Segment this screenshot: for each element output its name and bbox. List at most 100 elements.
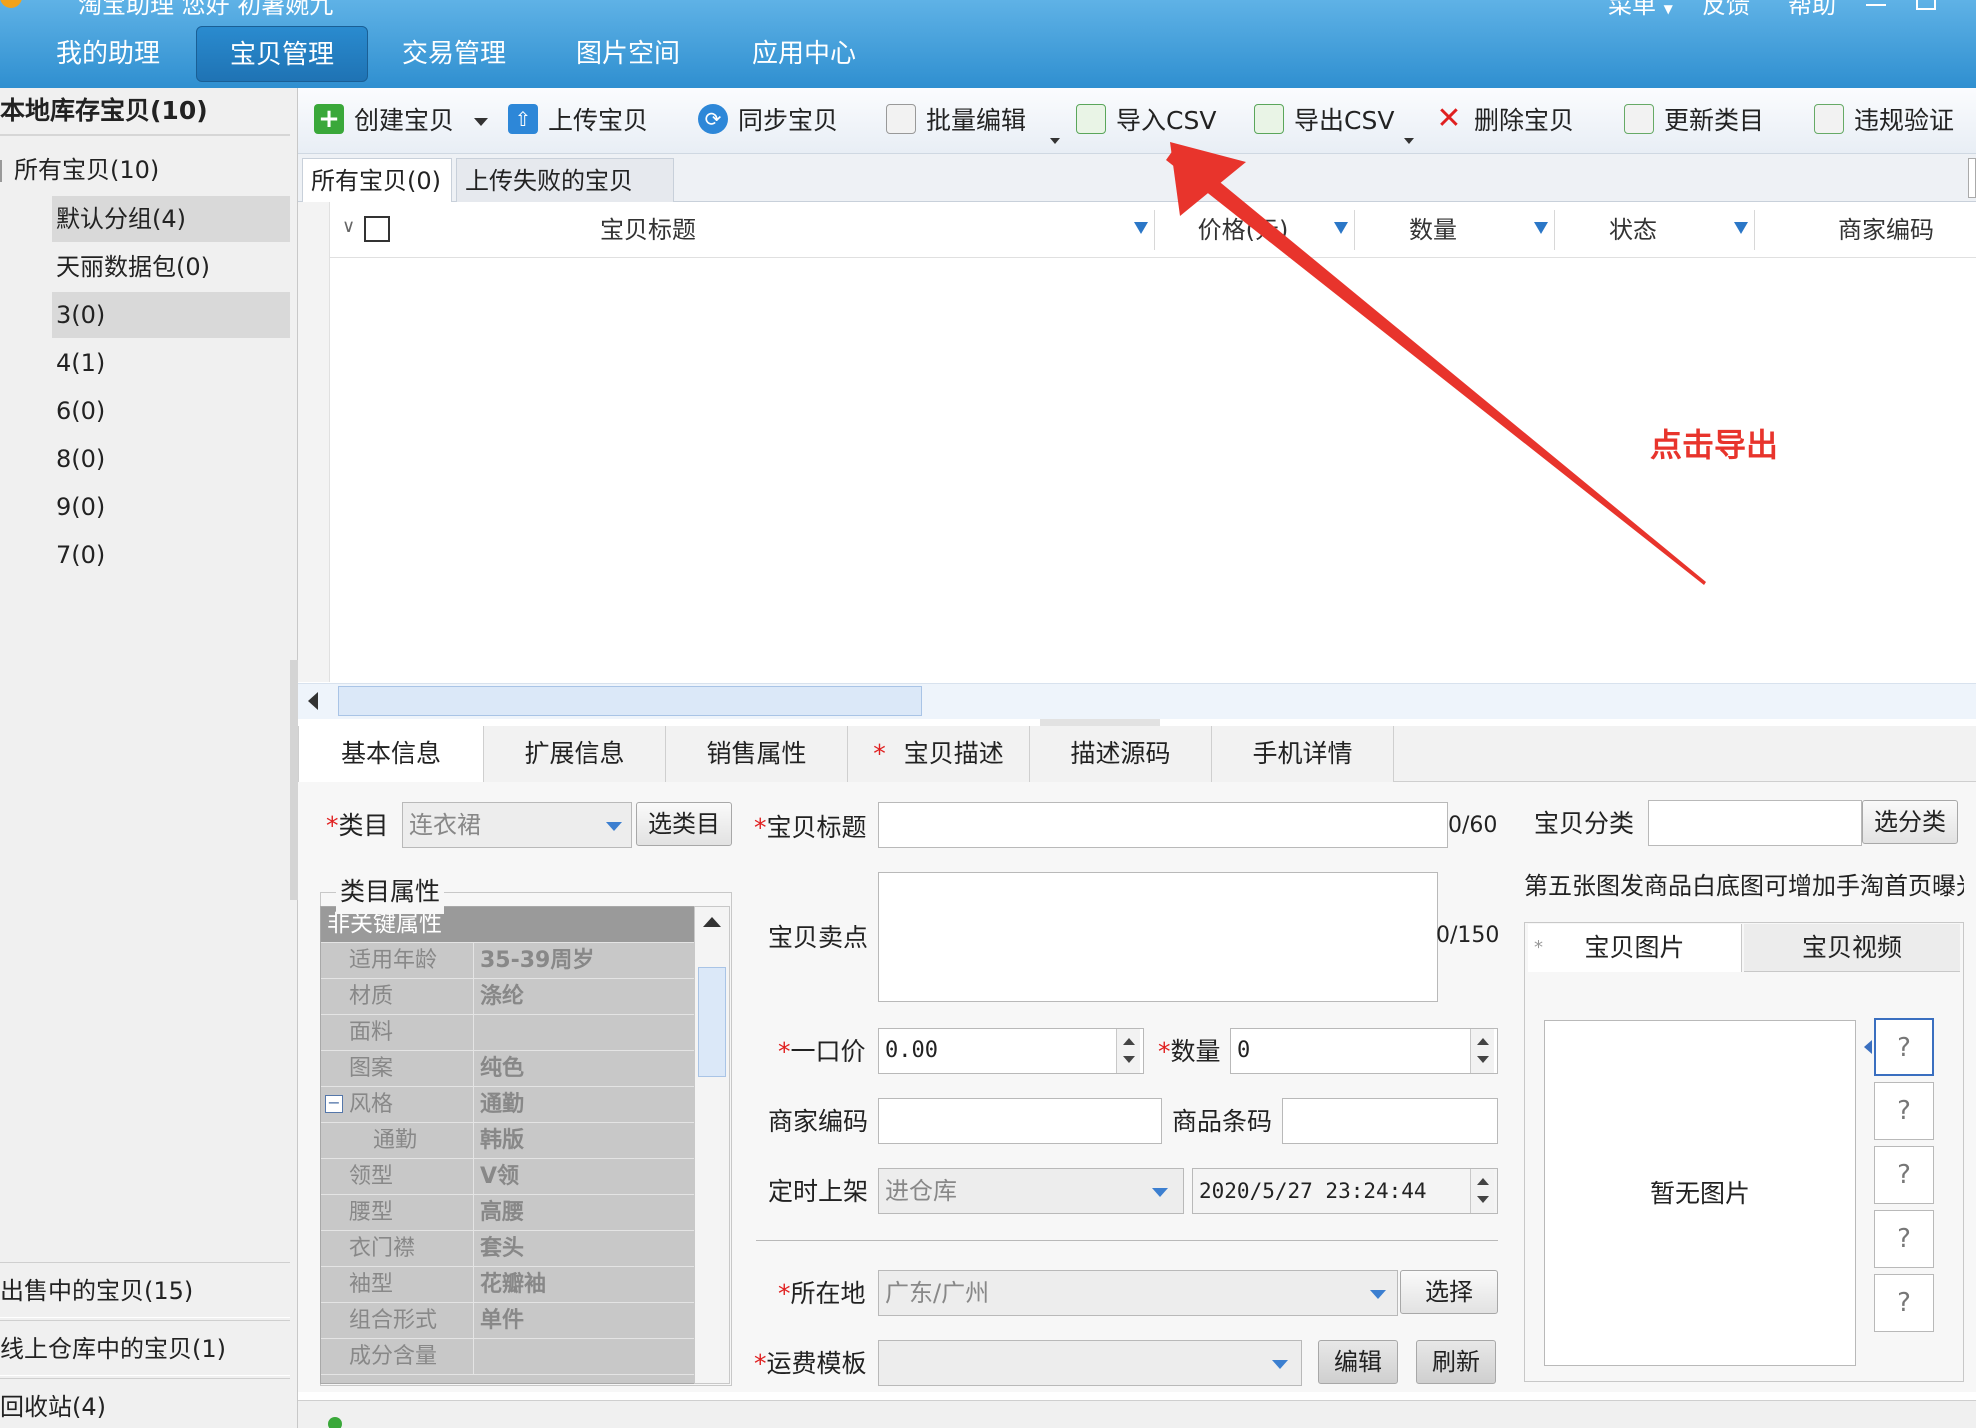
- filter-icon[interactable]: [1734, 222, 1748, 234]
- image-slot[interactable]: ?: [1874, 1018, 1934, 1076]
- help-link[interactable]: 帮助: [1788, 0, 1836, 16]
- freight-combo[interactable]: [878, 1340, 1302, 1386]
- local-inventory-header[interactable]: 本地库存宝贝(10): [0, 88, 290, 136]
- table-row[interactable]: 适用年龄 35-39周岁: [321, 943, 695, 979]
- scroll-left-icon[interactable]: [308, 692, 318, 710]
- batch-edit-button[interactable]: 批量编辑: [886, 88, 1026, 154]
- datetime-stepper[interactable]: [1470, 1169, 1494, 1213]
- tab-basic-info[interactable]: 基本信息: [298, 726, 484, 782]
- sidebar-group-item[interactable]: 8(0): [52, 436, 290, 482]
- table-row[interactable]: 袖型 花瓣袖: [321, 1267, 695, 1303]
- app-logo-icon: [0, 0, 22, 8]
- table-row[interactable]: 成分含量: [321, 1339, 695, 1375]
- vertical-scroll-thumb[interactable]: [698, 967, 726, 1077]
- image-slot[interactable]: ?: [1874, 1210, 1934, 1268]
- merchant-code-label: 商家编码: [768, 1107, 869, 1136]
- selling-point-textarea[interactable]: [878, 872, 1438, 1002]
- image-slot[interactable]: ?: [1874, 1082, 1934, 1140]
- column-merchant-code[interactable]: 商家编码: [1838, 202, 1976, 258]
- main-image-preview[interactable]: 暂无图片: [1544, 1020, 1856, 1366]
- batch-edit-dropdown-icon[interactable]: [1050, 138, 1060, 144]
- chevron-down-icon[interactable]: [1152, 1188, 1168, 1197]
- sidebar-splitter[interactable]: [290, 660, 298, 900]
- collapse-icon[interactable]: −: [325, 1095, 343, 1113]
- sidebar-section-recycle-bin[interactable]: 回收站(4): [0, 1378, 290, 1428]
- item-grid[interactable]: [298, 258, 1976, 683]
- tab-description-source[interactable]: 描述源码: [1030, 726, 1212, 782]
- maximize-icon[interactable]: [1916, 0, 1936, 10]
- attribute-scrollbar[interactable]: [694, 906, 730, 1384]
- table-row[interactable]: 衣门襟 套头: [321, 1231, 695, 1267]
- barcode-input[interactable]: [1282, 1098, 1498, 1144]
- tab-upload-failed[interactable]: 上传失败的宝贝(0): [456, 158, 674, 239]
- scroll-up-icon[interactable]: [703, 917, 721, 927]
- panel-splitter[interactable]: [1040, 719, 1160, 726]
- nav-tab-image-space[interactable]: 图片空间: [560, 26, 696, 82]
- column-title[interactable]: 宝贝标题: [398, 202, 898, 258]
- horizontal-scroll-thumb[interactable]: [338, 686, 922, 716]
- chevron-down-icon[interactable]: [1370, 1290, 1386, 1299]
- qty-input[interactable]: 0: [1230, 1028, 1498, 1074]
- table-row[interactable]: 组合形式 单件: [321, 1303, 695, 1339]
- merchant-code-input[interactable]: [878, 1098, 1162, 1144]
- title-input[interactable]: [878, 802, 1448, 848]
- sidebar-section-on-sale[interactable]: 出售中的宝贝(15): [0, 1262, 290, 1318]
- minimize-icon[interactable]: [1866, 0, 1886, 6]
- menu-link[interactable]: 菜单 ▼: [1608, 0, 1673, 16]
- table-row[interactable]: 材质 涤纶: [321, 979, 695, 1015]
- schedule-datetime[interactable]: 2020/5/27 23:24:44: [1192, 1168, 1498, 1214]
- chevron-down-icon[interactable]: [606, 822, 622, 831]
- filter-icon[interactable]: [1134, 222, 1148, 234]
- tab-item-images[interactable]: * 宝贝图片: [1528, 924, 1742, 972]
- sidebar-item-all[interactable]: 所有宝贝(10): [0, 148, 290, 192]
- table-row[interactable]: 面料: [321, 1015, 695, 1051]
- price-stepper[interactable]: [1116, 1029, 1140, 1073]
- table-row[interactable]: 腰型 高腰: [321, 1195, 695, 1231]
- image-slot[interactable]: ?: [1874, 1274, 1934, 1332]
- sidebar-section-online-warehouse[interactable]: 线上仓库中的宝贝(1): [0, 1320, 290, 1376]
- select-all-checkbox[interactable]: [364, 216, 390, 242]
- qty-stepper[interactable]: [1470, 1029, 1494, 1073]
- choose-shop-category-button[interactable]: 选分类: [1862, 800, 1958, 844]
- table-row[interactable]: 通勤 韩版: [321, 1123, 695, 1159]
- tab-all-items[interactable]: 所有宝贝(0): [302, 158, 452, 202]
- shop-category-input[interactable]: [1648, 800, 1862, 846]
- tab-item-videos[interactable]: 宝贝视频: [1744, 924, 1960, 972]
- nav-tab-item-management[interactable]: 宝贝管理: [196, 26, 368, 82]
- nav-tab-trade-management[interactable]: 交易管理: [386, 26, 522, 82]
- location-combo[interactable]: 广东/广州: [878, 1270, 1398, 1316]
- tab-mobile-details[interactable]: 手机详情: [1212, 726, 1394, 782]
- choose-location-button[interactable]: 选择: [1400, 1270, 1498, 1314]
- tab-sales-attributes[interactable]: 销售属性: [666, 726, 848, 782]
- price-input[interactable]: 0.00: [878, 1028, 1144, 1074]
- violation-check-button[interactable]: 违规验证: [1814, 88, 1954, 154]
- image-slot[interactable]: ?: [1874, 1146, 1934, 1204]
- create-dropdown-icon[interactable]: [474, 118, 488, 126]
- refresh-freight-button[interactable]: 刷新: [1416, 1340, 1496, 1384]
- edit-freight-button[interactable]: 编辑: [1318, 1340, 1398, 1384]
- attribute-table[interactable]: 非关键属性 适用年龄 35-39周岁 材质 涤纶 面料 图案 纯色 − 风格 通勤 通勤韩…: [320, 906, 696, 1384]
- sidebar-group-item[interactable]: 7(0): [52, 532, 290, 578]
- schedule-combo[interactable]: 进仓库: [878, 1168, 1184, 1214]
- sidebar-group-item[interactable]: 6(0): [52, 388, 290, 434]
- upload-item-button[interactable]: ⇧ 上传宝贝: [508, 88, 648, 154]
- choose-category-button[interactable]: 选类目: [636, 802, 732, 846]
- sync-item-button[interactable]: ⟳ 同步宝贝: [698, 88, 838, 154]
- sidebar-group-item[interactable]: 4(1): [52, 340, 290, 386]
- table-row[interactable]: 图案 纯色: [321, 1051, 695, 1087]
- nav-tab-app-center[interactable]: 应用中心: [736, 26, 872, 82]
- sidebar-group-item[interactable]: 天丽数据包(0): [52, 244, 290, 290]
- feedback-link[interactable]: 反馈: [1702, 0, 1750, 16]
- sidebar-group-item[interactable]: 默认分组(4): [52, 196, 290, 242]
- sidebar-group-item[interactable]: 9(0): [52, 484, 290, 530]
- nav-tab-my-assistant[interactable]: 我的助理: [40, 26, 176, 82]
- sidebar-group-item[interactable]: 3(0): [52, 292, 290, 338]
- table-row[interactable]: − 风格 通勤: [321, 1087, 695, 1123]
- category-combo[interactable]: 连衣裙: [402, 802, 632, 848]
- tab-item-description[interactable]: * 宝贝描述: [848, 726, 1030, 782]
- create-item-button[interactable]: + 创建宝贝: [314, 88, 454, 154]
- chevron-down-icon[interactable]: ∨: [342, 216, 355, 237]
- chevron-down-icon[interactable]: [1272, 1360, 1288, 1369]
- table-row[interactable]: 领型 V领: [321, 1159, 695, 1195]
- tab-extended-info[interactable]: 扩展信息: [484, 726, 666, 782]
